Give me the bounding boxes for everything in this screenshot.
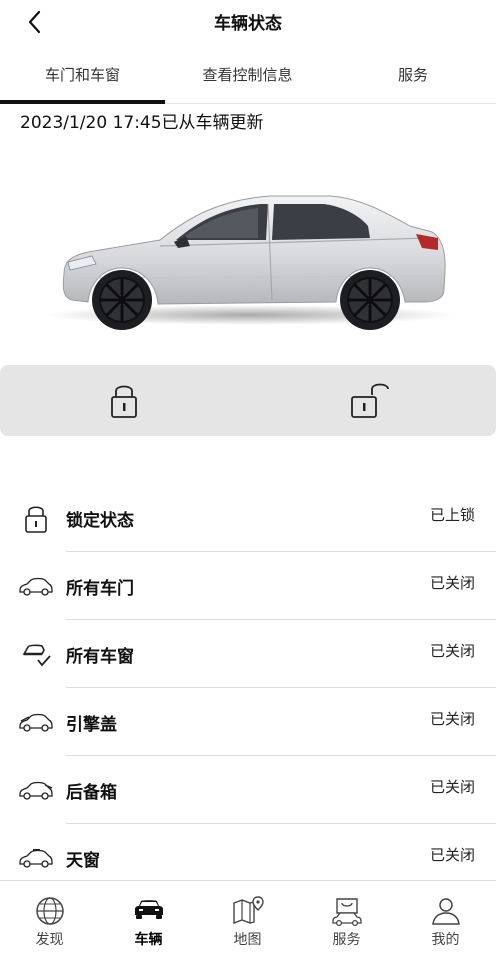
lock-button[interactable] [102,379,146,423]
lock-closed-icon [111,385,137,418]
nav-label: 我的 [431,932,460,948]
status-row-trunk[interactable]: 后备箱 已关闭 [0,756,496,824]
status-value: 已关闭 [429,710,475,728]
globe-icon [36,897,64,925]
status-value: 已关闭 [429,642,475,660]
header: 车辆状态 [0,0,496,44]
status-row-lock[interactable]: 锁定状态 已上锁 [0,484,496,552]
car-trunk-icon [19,781,53,800]
nav-map[interactable]: 地图 [198,881,297,960]
tab-doors-windows[interactable]: 车门和车窗 [0,64,165,94]
status-value: 已上锁 [429,506,475,524]
status-row-hood[interactable]: 引擎盖 已关闭 [0,688,496,756]
car-doors-icon [19,577,53,596]
status-label: 天窗 [66,851,100,871]
nav-label: 服务 [332,932,361,948]
nav-label: 发现 [35,932,64,948]
nav-discover[interactable]: 发现 [0,881,99,960]
vehicle-image [40,182,460,332]
status-value: 已关闭 [429,846,475,864]
nav-service[interactable]: 服务 [297,881,396,960]
status-label: 后备箱 [66,783,117,803]
nav-label: 地图 [233,932,262,948]
active-tab-indicator [0,100,165,104]
page-title: 车辆状态 [214,14,282,34]
map-pin-icon [233,896,264,925]
nav-profile[interactable]: 我的 [396,881,495,960]
status-row-windows[interactable]: 所有车窗 已关闭 [0,620,496,688]
status-value: 已关闭 [429,574,475,592]
lock-control-bar [0,365,496,436]
car-window-check-icon [22,644,51,667]
status-label: 所有车窗 [66,647,134,667]
status-label: 引擎盖 [66,715,117,735]
status-label: 所有车门 [66,579,134,599]
car-sunroof-icon [19,849,53,868]
last-updated-text: 2023/1/20 17:45已从车辆更新 [20,113,264,133]
car-icon [135,900,163,919]
lock-closed-icon [25,506,47,533]
tab-control-info[interactable]: 查看控制信息 [165,64,330,94]
bottom-nav: 发现 车辆 地图 服务 我的 [0,880,496,960]
status-label: 锁定状态 [66,511,134,531]
unlock-button[interactable] [346,379,390,423]
status-row-doors[interactable]: 所有车门 已关闭 [0,552,496,620]
status-value: 已关闭 [429,778,475,796]
service-bag-icon [332,898,362,927]
tab-service[interactable]: 服务 [330,64,496,94]
nav-label: 车辆 [134,932,163,948]
user-icon [432,898,460,925]
nav-vehicle[interactable]: 车辆 [99,881,198,960]
lock-open-icon [351,383,389,418]
car-hood-icon [19,713,53,732]
tab-bar: 车门和车窗 查看控制信息 服务 [0,52,496,104]
